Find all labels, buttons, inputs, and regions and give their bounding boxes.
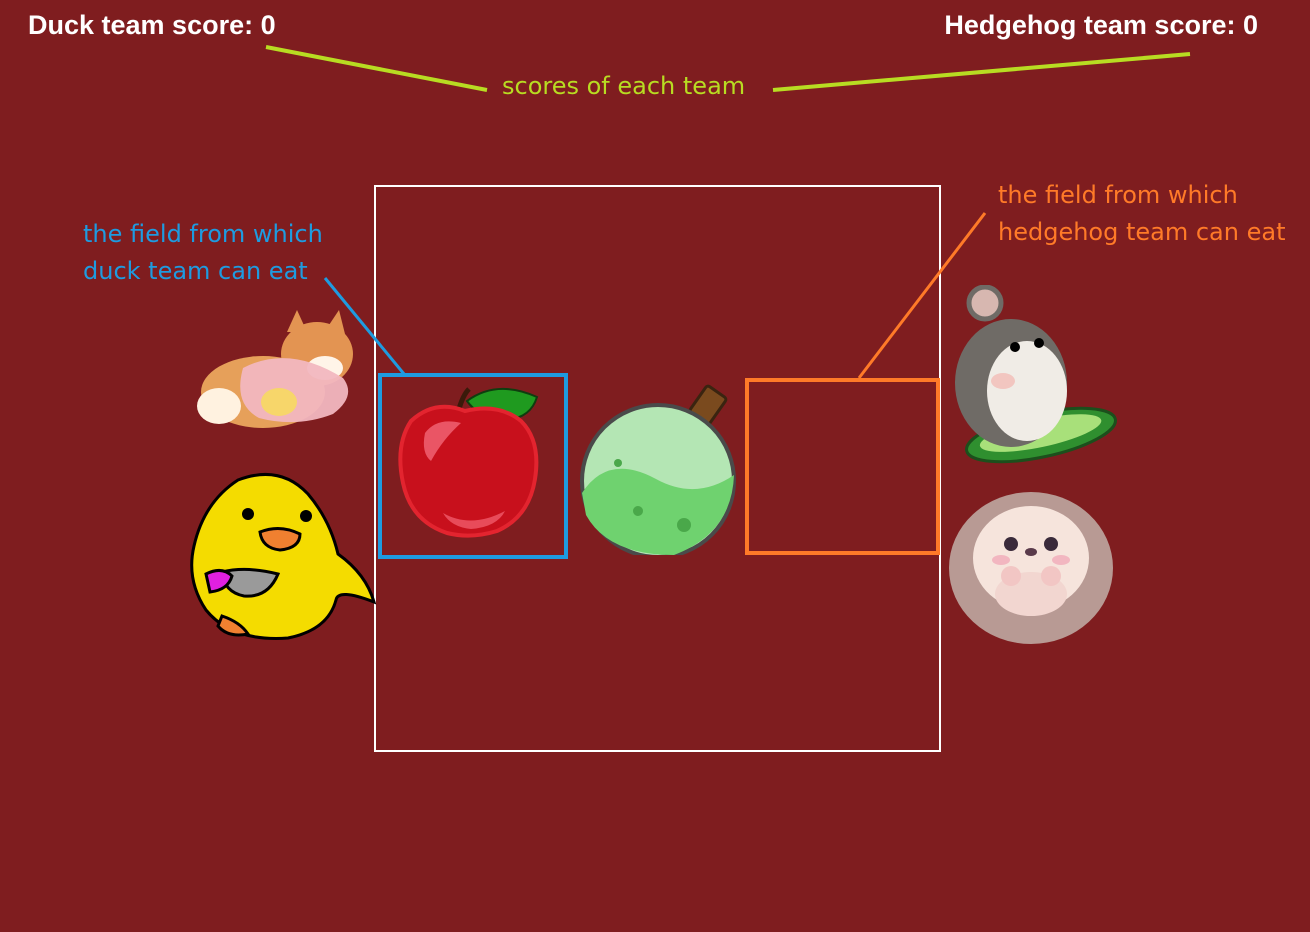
scores-pointer-line-right	[772, 52, 1191, 92]
duck-with-knife-icon[interactable]	[188, 470, 378, 642]
scores-pointer-line-left	[265, 45, 488, 92]
apple-icon[interactable]	[397, 383, 545, 543]
hedgehog-icon[interactable]	[945, 478, 1115, 646]
shiba-dog-icon[interactable]	[193, 310, 373, 438]
green-potion-icon[interactable]	[578, 383, 738, 555]
hamster-on-cucumber-icon[interactable]	[943, 285, 1121, 467]
